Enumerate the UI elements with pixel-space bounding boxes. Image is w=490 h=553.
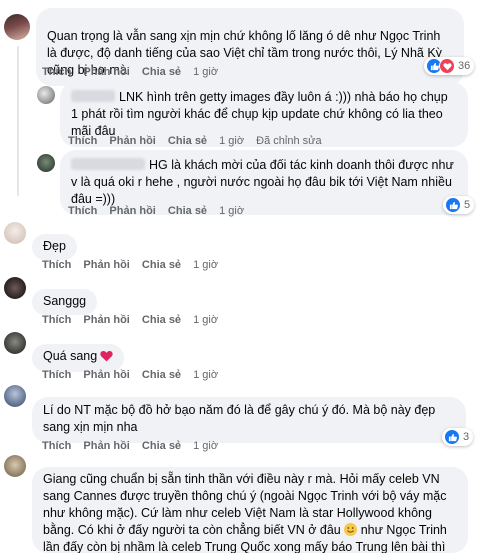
reaction-summary[interactable]: 5 [443,196,475,214]
share-button[interactable]: Chia sẻ [142,369,181,381]
comment-time[interactable]: 1 giờ [219,205,244,217]
like-button[interactable]: Thích [68,135,97,147]
comment-text: LNK hình trên getty images đầy luôn á :)… [71,90,448,138]
reaction-count: 5 [464,199,471,211]
share-button[interactable]: Chia sẻ [142,314,181,326]
comment-actions: Thích Phản hồi Chia sẻ 1 giờ [42,440,227,452]
red-heart-icon [100,350,113,367]
blurred-author-name [71,158,145,170]
comment-bubble: Lí do NT mặc bộ đồ hở bạo năm đó là để g… [32,397,466,443]
comment-bubble: Quá sang [32,344,125,372]
edited-label: Đã chỉnh sửa [256,135,322,147]
like-button[interactable]: Thích [42,369,71,381]
reaction-count: 3 [463,431,470,443]
comment-time[interactable]: 1 giờ [193,440,218,452]
comment-bubble: Sanggg [32,289,98,315]
comment-actions: Thích Phản hồi Chia sẻ 1 giờ Đã chỉnh sử… [68,135,322,147]
avatar[interactable] [4,222,26,244]
comment-actions: Thích Phản hồi Chia sẻ 1 giờ [42,66,227,78]
comment-text: Quá sang [43,349,98,363]
avatar[interactable] [4,277,26,299]
comment-time[interactable]: 1 giờ [193,369,218,381]
reply-button[interactable]: Phản hồi [83,440,129,452]
like-button[interactable]: Thích [68,205,97,217]
comment-bubble: Đẹp [32,234,77,260]
share-button[interactable]: Chia sẻ [168,205,207,217]
comment-text: Sanggg [43,294,87,308]
avatar[interactable] [4,14,30,40]
share-button[interactable]: Chia sẻ [168,135,207,147]
blurred-author-name [71,90,115,102]
reply-button[interactable]: Phản hồi [83,369,129,381]
avatar[interactable] [4,455,26,477]
reply-button[interactable]: Phản hồi [109,205,155,217]
heart-reaction-icon [439,58,455,74]
comment-time[interactable]: 1 giờ [193,259,218,271]
like-button[interactable]: Thích [42,314,71,326]
comment-bubble: Giang cũng chuẩn bị sẵn tinh thần với đi… [32,467,468,553]
reaction-summary[interactable]: 3 [442,428,474,446]
comment-actions: Thích Phản hồi Chia sẻ 1 giờ [68,205,253,217]
share-button[interactable]: Chia sẻ [142,66,181,78]
comment-time[interactable]: 1 giờ [193,66,218,78]
reply-button[interactable]: Phản hồi [83,314,129,326]
avatar[interactable] [37,86,55,104]
reaction-count: 36 [458,60,471,72]
avatar[interactable] [4,332,26,354]
reply-thread-line [17,46,19,196]
comment-text: Lí do NT mặc bộ đồ hở bạo năm đó là để g… [43,403,436,434]
like-reaction-icon [445,197,461,213]
like-button[interactable]: Thích [42,440,71,452]
smile-emoji-icon [344,523,358,536]
comment-time[interactable]: 1 giờ [193,314,218,326]
comment-actions: Thích Phản hồi Chia sẻ 1 giờ [42,314,227,326]
like-button[interactable]: Thích [42,66,71,78]
avatar[interactable] [4,385,26,407]
reaction-summary[interactable]: 36 [424,57,475,75]
avatar[interactable] [37,154,55,172]
like-button[interactable]: Thích [42,259,71,271]
comment-actions: Thích Phản hồi Chia sẻ 1 giờ [42,369,227,381]
share-button[interactable]: Chia sẻ [142,259,181,271]
comment-text: Đẹp [43,239,66,253]
comment-actions: Thích Phản hồi Chia sẻ 1 giờ [42,259,227,271]
reply-button[interactable]: Phản hồi [83,66,129,78]
reply-button[interactable]: Phản hồi [83,259,129,271]
like-reaction-icon [444,429,460,445]
reply-button[interactable]: Phản hồi [109,135,155,147]
comment-time[interactable]: 1 giờ [219,135,244,147]
share-button[interactable]: Chia sẻ [142,440,181,452]
